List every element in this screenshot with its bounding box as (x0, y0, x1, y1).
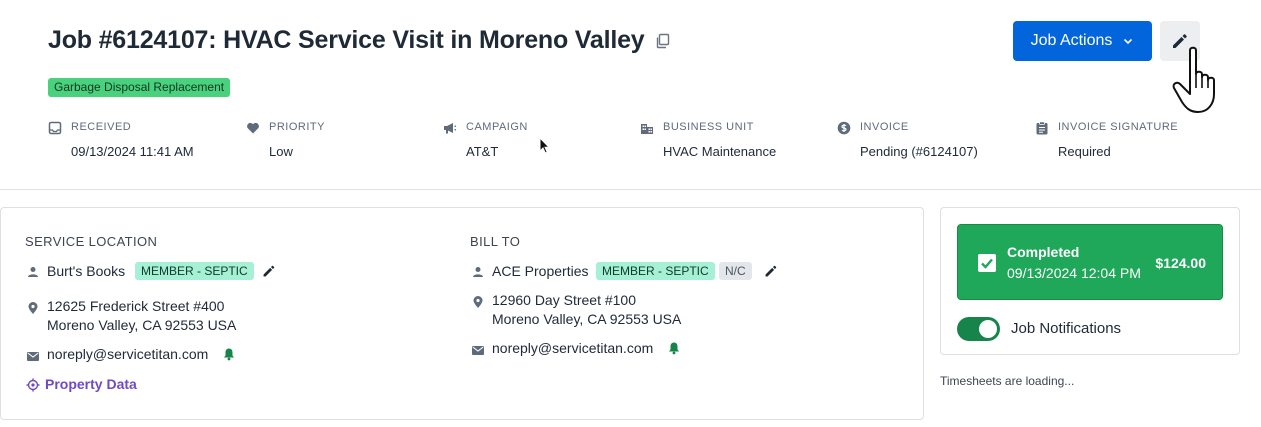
mail-icon (472, 346, 484, 355)
arrow-cursor-icon (539, 137, 550, 154)
location-pin-icon (473, 296, 483, 308)
toggle-knob (979, 320, 997, 338)
meta-label: BUSINESS UNIT (663, 121, 754, 133)
inbox-icon (48, 121, 62, 135)
heart-icon (247, 122, 259, 134)
property-data-link[interactable]: Property Data (45, 376, 137, 392)
status-amount: $124.00 (1155, 255, 1206, 271)
job-header: Job #6124107: HVAC Service Visit in More… (0, 0, 1261, 190)
mail-icon (27, 352, 39, 361)
page-title: Job #6124107: HVAC Service Visit in More… (48, 26, 645, 54)
status-date: 09/13/2024 12:04 PM (1007, 265, 1141, 281)
person-icon (473, 267, 483, 277)
dollar-icon (837, 121, 851, 135)
service-address-line2: Moreno Valley, CA 92553 USA (47, 317, 237, 333)
checkbox-checked-icon (978, 254, 996, 272)
status-completed-card[interactable]: Completed 09/13/2024 12:04 PM $124.00 (957, 224, 1223, 300)
clipboard-icon (1036, 121, 1048, 135)
pencil-icon[interactable] (764, 264, 778, 278)
nc-badge: N/C (719, 262, 752, 280)
job-notifications-label: Job Notifications (1011, 320, 1122, 337)
meta-label: RECEIVED (71, 121, 132, 133)
status-label: Completed (1007, 244, 1080, 260)
bell-icon[interactable] (222, 347, 236, 361)
member-badge: MEMBER - SEPTIC (135, 262, 254, 280)
job-notifications-toggle[interactable] (957, 317, 1000, 341)
building-icon (641, 124, 653, 134)
meta-value: Required (1058, 144, 1111, 159)
job-details-card: SERVICE LOCATION Burt's Books MEMBER - S… (0, 207, 924, 420)
bell-icon[interactable] (667, 341, 681, 355)
hand-cursor-icon (1172, 46, 1215, 113)
service-email[interactable]: noreply@servicetitan.com (47, 346, 208, 362)
bill-address-line1: 12960 Day Street #100 (492, 292, 636, 308)
meta-label: INVOICE (860, 121, 909, 133)
service-location-title: SERVICE LOCATION (25, 234, 158, 249)
chevron-down-icon (1124, 38, 1133, 45)
megaphone-icon (444, 123, 457, 134)
bill-email[interactable]: noreply@servicetitan.com (492, 340, 653, 356)
meta-value: Low (269, 144, 293, 159)
service-address-line1: 12625 Frederick Street #400 (47, 298, 225, 314)
meta-value: HVAC Maintenance (663, 144, 777, 159)
job-actions-label: Job Actions (1030, 32, 1113, 49)
location-pin-icon (28, 302, 38, 314)
pencil-icon[interactable] (262, 264, 276, 278)
meta-value: 09/13/2024 11:41 AM (71, 144, 194, 159)
bill-to-name[interactable]: ACE Properties (492, 263, 588, 279)
meta-value: Pending (#6124107) (860, 144, 978, 159)
bill-to-title: BILL TO (470, 234, 521, 249)
meta-label: PRIORITY (269, 121, 325, 133)
person-icon (28, 267, 38, 277)
service-location-name[interactable]: Burt's Books (47, 263, 125, 279)
meta-value: AT&T (466, 144, 499, 159)
meta-label: CAMPAIGN (466, 121, 528, 133)
crosshair-icon (26, 378, 40, 392)
job-status-panel: Completed 09/13/2024 12:04 PM $124.00 Jo… (940, 207, 1240, 355)
member-badge: MEMBER - SEPTIC (596, 262, 715, 280)
timesheets-loading-text: Timesheets are loading... (940, 374, 1075, 388)
meta-label: INVOICE SIGNATURE (1058, 121, 1179, 133)
job-type-tag: Garbage Disposal Replacement (48, 78, 231, 97)
copy-icon[interactable] (655, 33, 671, 49)
job-actions-button[interactable]: Job Actions (1013, 21, 1152, 61)
bill-address-line2: Moreno Valley, CA 92553 USA (492, 311, 682, 327)
